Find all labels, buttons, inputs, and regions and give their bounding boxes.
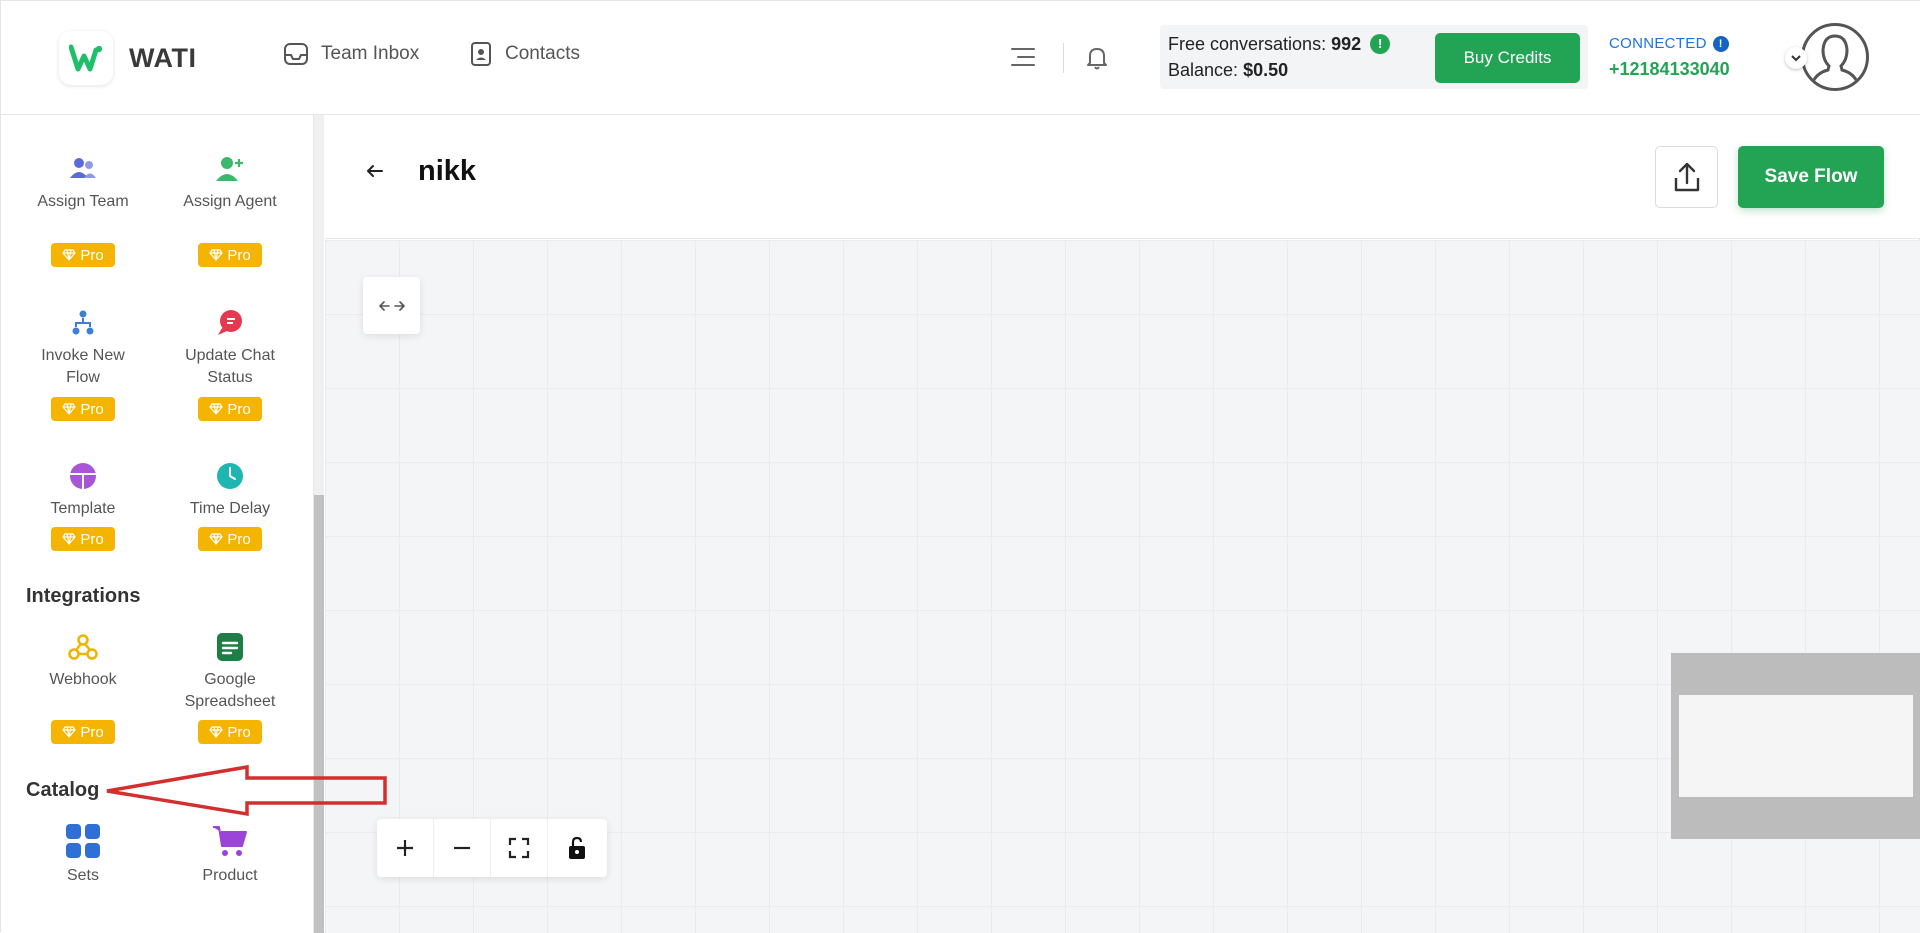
block-webhook[interactable]: Webhook xyxy=(18,629,148,691)
diamond-icon xyxy=(209,249,224,261)
pro-badge: Pro xyxy=(51,720,115,744)
pro-badge: Pro xyxy=(198,397,262,421)
nav-contacts[interactable]: Contacts xyxy=(469,41,580,67)
block-label: Sets xyxy=(66,867,99,884)
block-sets[interactable]: Sets xyxy=(18,821,148,887)
sets-icon xyxy=(18,821,148,861)
free-conversations-value: 992 xyxy=(1331,34,1362,54)
free-conversations-info-icon[interactable]: ! xyxy=(1370,34,1391,54)
minus-icon xyxy=(454,846,470,850)
invoke-flow-icon xyxy=(18,305,148,341)
diamond-icon xyxy=(209,403,224,415)
buy-credits-button[interactable]: Buy Credits xyxy=(1435,33,1580,83)
diamond-icon xyxy=(62,726,77,738)
block-assign-team[interactable]: Assign Team xyxy=(18,151,148,213)
flow-title: nikk xyxy=(418,155,477,187)
user-silhouette-icon xyxy=(1810,34,1860,85)
spreadsheet-icon xyxy=(165,629,295,665)
pro-badge: Pro xyxy=(198,243,262,267)
upload-icon xyxy=(1674,162,1699,192)
brand-name: WATI xyxy=(129,42,197,73)
balance-value: $0.50 xyxy=(1243,60,1289,80)
pro-badge: Pro xyxy=(198,720,262,744)
back-arrow-icon[interactable] xyxy=(365,161,385,186)
connection-status: CONNECTED! xyxy=(1609,35,1729,52)
block-label: Product xyxy=(202,867,258,884)
block-google-spreadsheet[interactable]: Google Spreadsheet xyxy=(165,629,295,713)
cart-icon xyxy=(165,821,295,861)
free-conversations: Free conversations: 992 ! xyxy=(1168,34,1391,55)
block-time-delay[interactable]: Time Delay xyxy=(165,458,295,520)
export-button[interactable] xyxy=(1655,146,1718,208)
template-icon xyxy=(18,458,148,494)
bell-icon[interactable] xyxy=(1085,45,1109,76)
pro-badge: Pro xyxy=(51,243,115,267)
app-window: WATI Team Inbox Contacts Free conversati… xyxy=(0,0,1920,933)
connected-phone-number: +12184133040 xyxy=(1609,59,1730,79)
block-label: Invoke New Flow xyxy=(41,347,125,386)
lock-button[interactable] xyxy=(548,819,605,877)
block-label: Update Chat Status xyxy=(185,347,275,386)
diamond-icon xyxy=(62,533,77,545)
fullscreen-icon xyxy=(508,837,530,859)
contacts-icon xyxy=(469,41,493,67)
inbox-icon xyxy=(283,41,309,67)
webhook-icon xyxy=(18,629,148,665)
diamond-icon xyxy=(62,249,77,261)
clock-icon xyxy=(165,458,295,494)
toggle-sidebar-button[interactable] xyxy=(363,277,420,334)
catalog-heading: Catalog xyxy=(26,779,100,801)
block-label: Time Delay xyxy=(189,500,271,517)
chat-status-icon xyxy=(165,305,295,341)
assign-agent-icon xyxy=(165,151,295,187)
block-update-chat-status[interactable]: Update Chat Status xyxy=(165,305,295,389)
block-assign-agent[interactable]: Assign Agent xyxy=(165,151,295,213)
integrations-heading: Integrations xyxy=(26,585,141,607)
expand-arrows-icon xyxy=(378,300,405,311)
nav-team-inbox[interactable]: Team Inbox xyxy=(283,41,419,67)
block-label: Assign Agent xyxy=(183,193,277,210)
unlock-icon xyxy=(568,836,585,859)
pro-badge: Pro xyxy=(51,397,115,421)
pro-badge: Pro xyxy=(198,527,262,551)
canvas-minimap[interactable] xyxy=(1671,653,1920,839)
diamond-icon xyxy=(209,726,224,738)
zoom-in-button[interactable] xyxy=(377,819,434,877)
block-template[interactable]: Template xyxy=(18,458,148,520)
diamond-icon xyxy=(209,533,224,545)
connection-info-icon[interactable]: ! xyxy=(1712,36,1729,52)
plus-icon xyxy=(397,840,413,856)
nav-label: Team Inbox xyxy=(321,43,420,64)
wati-logo-icon xyxy=(59,31,113,85)
pro-badge: Pro xyxy=(51,527,115,551)
chevron-down-icon[interactable] xyxy=(1785,47,1807,69)
annotation-arrow-icon xyxy=(106,764,387,817)
block-product[interactable]: Product xyxy=(165,821,295,887)
zoom-out-button[interactable] xyxy=(434,819,491,877)
fit-view-button[interactable] xyxy=(491,819,548,877)
nav-label: Contacts xyxy=(505,43,580,64)
menu-icon[interactable] xyxy=(1010,45,1036,74)
sidebar-scroll-thumb[interactable] xyxy=(314,495,324,933)
minimap-viewport[interactable] xyxy=(1679,695,1913,797)
block-label: Template xyxy=(50,500,116,517)
block-label: Webhook xyxy=(49,671,117,688)
save-flow-button[interactable]: Save Flow xyxy=(1738,146,1884,208)
block-label: Assign Team xyxy=(37,193,129,210)
block-label: Google Spreadsheet xyxy=(184,671,276,710)
canvas-controls xyxy=(377,819,607,877)
block-invoke-new-flow[interactable]: Invoke New Flow xyxy=(18,305,148,389)
header-divider xyxy=(1063,43,1064,73)
assign-team-icon xyxy=(18,151,148,187)
top-header: WATI Team Inbox Contacts Free conversati… xyxy=(1,1,1920,115)
balance: Balance: $0.50 xyxy=(1168,60,1289,80)
user-avatar[interactable] xyxy=(1801,23,1869,91)
brand-logo[interactable]: WATI xyxy=(59,31,196,85)
diamond-icon xyxy=(62,403,77,415)
